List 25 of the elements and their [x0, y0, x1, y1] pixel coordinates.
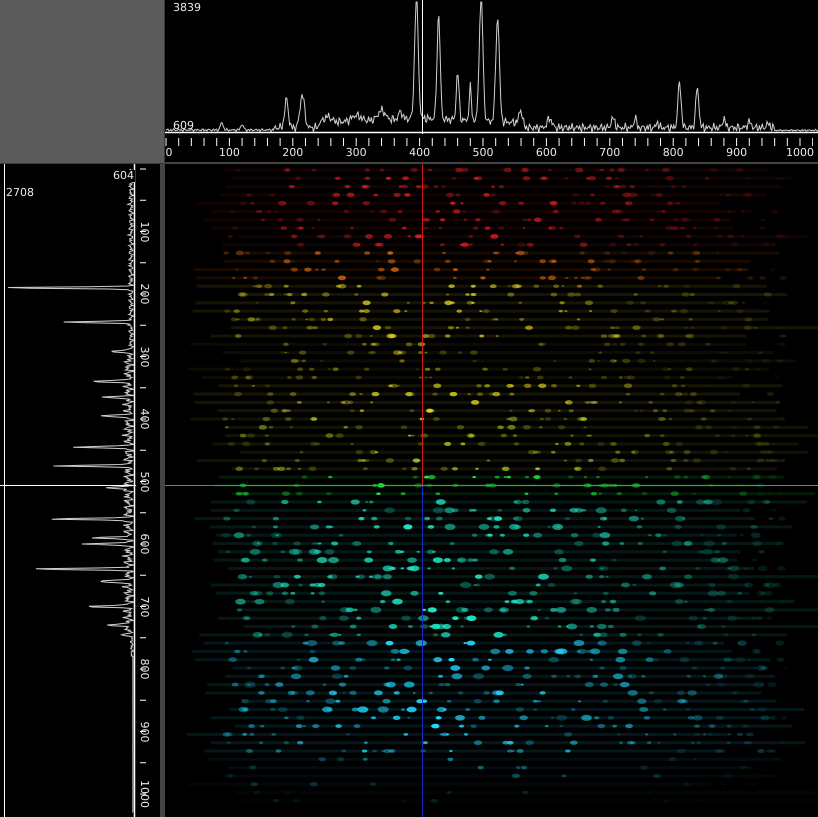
axis-tick-label: 1000	[138, 780, 150, 808]
min-value-label: 604	[112, 170, 135, 182]
axis-tick-label: 300	[138, 346, 150, 367]
axis-tick-label: 900	[138, 721, 150, 742]
axis-tick-label: 600	[536, 146, 557, 159]
min-value-label: 609	[173, 120, 194, 132]
axis-tick-label: 100	[138, 221, 150, 242]
axis-tick-label: 1000	[786, 146, 814, 159]
axis-tick-label: 700	[138, 596, 150, 617]
axis-tick-label: 400	[138, 408, 150, 430]
max-value-label: 2708	[6, 187, 34, 199]
axis-tick-label: 300	[346, 146, 367, 159]
axis-tick-label: 900	[726, 146, 748, 159]
axis-tick-label: 500	[472, 146, 494, 159]
axis-tick-label: 100	[218, 146, 240, 159]
axis-tick-label: 800	[662, 146, 684, 159]
axis-tick-label: 200	[282, 146, 304, 159]
axis-tick-label: 700	[599, 146, 620, 159]
axis-tick-label: 0	[166, 146, 172, 159]
axis-tick-label: 800	[138, 658, 150, 680]
axis-tick-label: 400	[409, 146, 430, 159]
max-value-label: 3839	[173, 2, 201, 14]
axis-tick-label: 500	[138, 471, 150, 492]
axis-tick-label: 200	[138, 284, 150, 304]
axis-tick-label: 600	[138, 534, 150, 554]
